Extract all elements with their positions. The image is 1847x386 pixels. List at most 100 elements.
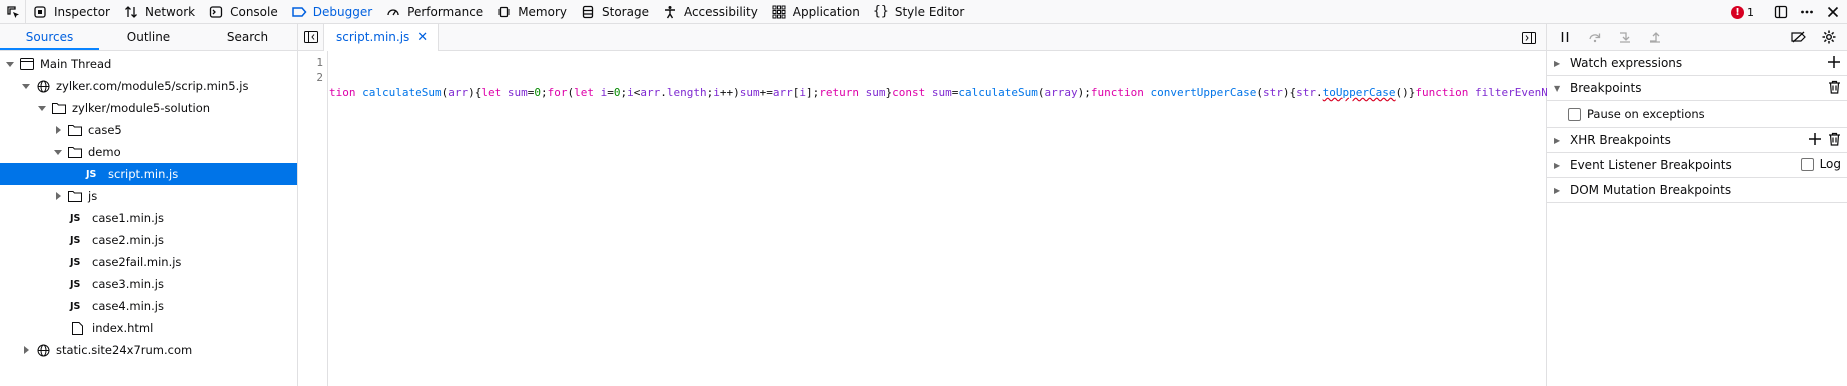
- tree-item-file[interactable]: JS case2fail.min.js: [0, 251, 297, 273]
- dock-toggle-button[interactable]: [1771, 2, 1791, 22]
- collapsed-arrow-icon: ▶: [1554, 135, 1561, 145]
- collapsed-arrow-icon: [20, 344, 32, 356]
- window-icon: [20, 57, 34, 71]
- collapsed-arrow-icon: [52, 124, 64, 136]
- tree-item-domain[interactable]: zylker.com/module5/scrip.min5.js: [0, 75, 297, 97]
- style-editor-icon: {}: [873, 4, 889, 19]
- js-file-icon: JS: [86, 168, 97, 180]
- network-icon: [123, 4, 139, 20]
- step-over-button[interactable]: [1583, 27, 1607, 47]
- plus-icon: [1828, 56, 1840, 68]
- element-picker-button[interactable]: [0, 0, 26, 24]
- collapsed-arrow-icon: [52, 190, 64, 202]
- toggle-breakpoints-pane-button[interactable]: [1520, 29, 1538, 47]
- tab-application[interactable]: Application: [765, 0, 867, 24]
- pause-icon: [1561, 32, 1569, 42]
- editor-tab-active[interactable]: script.min.js ✕: [324, 23, 440, 51]
- tab-label: Inspector: [54, 4, 110, 19]
- tab-console[interactable]: Console: [202, 0, 285, 24]
- tab-performance[interactable]: Performance: [379, 0, 490, 24]
- tab-style-editor[interactable]: {} Style Editor: [867, 0, 971, 24]
- sidebar-toggle-icon: [1522, 32, 1536, 44]
- tab-label: Application: [792, 4, 860, 19]
- devtools-toolbar: Inspector Network Console Debugger Perfo…: [0, 0, 1847, 24]
- tree-item-file[interactable]: JS case1.min.js: [0, 207, 297, 229]
- event-listener-breakpoints-header[interactable]: ▶ Event Listener Breakpoints Log: [1547, 153, 1847, 178]
- tab-label: Accessibility: [683, 4, 758, 19]
- editor-tabs: script.min.js ✕: [298, 23, 1546, 51]
- xhr-actions: [1808, 132, 1841, 146]
- sources-pane: Sources Outline Search Main Thread zylke…: [0, 24, 298, 386]
- tab-accessibility[interactable]: Accessibility: [656, 0, 765, 24]
- toggle-sources-pane-button[interactable]: [298, 23, 324, 51]
- trash-icon: [1829, 132, 1840, 146]
- section-label: Event Listener Breakpoints: [1570, 158, 1732, 172]
- close-tab-icon[interactable]: ✕: [417, 30, 428, 45]
- tree-item-file-selected[interactable]: JS script.min.js: [0, 163, 297, 185]
- tab-inspector[interactable]: Inspector: [26, 0, 117, 24]
- tree-item-file[interactable]: JS case3.min.js: [0, 273, 297, 295]
- tab-label: Storage: [602, 4, 649, 19]
- remove-all-breakpoints-button[interactable]: [1828, 80, 1841, 94]
- deactivate-breakpoints-button[interactable]: [1787, 27, 1811, 47]
- step-in-icon: [1620, 32, 1630, 43]
- remove-xhr-breakpoints-button[interactable]: [1828, 132, 1841, 146]
- watch-expressions-header[interactable]: ▶ Watch expressions: [1547, 51, 1847, 76]
- tree-item-domain[interactable]: static.site24x7rum.com: [0, 339, 297, 361]
- tab-debugger[interactable]: Debugger: [285, 0, 379, 24]
- tab-network[interactable]: Network: [117, 0, 202, 24]
- tab-label: Debugger: [312, 4, 373, 19]
- file-icon: [70, 321, 84, 335]
- performance-icon: [385, 4, 401, 20]
- tree-item-folder[interactable]: js: [0, 185, 297, 207]
- add-xhr-breakpoint-button[interactable]: [1808, 132, 1822, 146]
- tab-memory[interactable]: Memory: [490, 0, 574, 24]
- settings-button[interactable]: [1817, 27, 1841, 47]
- tree-item-label: case5: [88, 123, 122, 137]
- tree-item-file[interactable]: JS case4.min.js: [0, 295, 297, 317]
- globe-icon: [36, 343, 50, 357]
- js-file-icon: JS: [70, 300, 81, 312]
- pause-on-exceptions-checkbox[interactable]: [1568, 107, 1581, 121]
- code-line[interactable]: tion calculateSum(arr){let sum=0;for(let…: [329, 85, 1547, 100]
- line-number[interactable]: 1: [298, 55, 327, 70]
- step-out-button[interactable]: [1643, 27, 1667, 47]
- step-in-button[interactable]: [1613, 27, 1637, 47]
- line-number[interactable]: 2: [298, 70, 327, 85]
- add-watch-button[interactable]: [1827, 55, 1841, 69]
- tab-label: Performance: [407, 4, 484, 19]
- tree-item-folder[interactable]: demo: [0, 141, 297, 163]
- tab-sources[interactable]: Sources: [0, 24, 99, 50]
- element-picker-icon: [6, 5, 19, 18]
- tree-item-file[interactable]: index.html: [0, 317, 297, 339]
- js-file-icon: JS: [70, 278, 81, 290]
- close-devtools-button[interactable]: [1823, 2, 1843, 22]
- dom-mutation-breakpoints-header[interactable]: ▶ DOM Mutation Breakpoints: [1547, 178, 1847, 203]
- tree-item-folder[interactable]: case5: [0, 119, 297, 141]
- pause-on-exceptions-row[interactable]: Pause on exceptions: [1547, 101, 1847, 128]
- tab-outline[interactable]: Outline: [99, 24, 198, 50]
- code-area[interactable]: tion calculateSum(arr){let sum=0;for(let…: [329, 55, 1547, 130]
- accessibility-icon: [662, 4, 678, 20]
- breakpoints-header[interactable]: ▼ Breakpoints: [1547, 76, 1847, 101]
- tab-storage[interactable]: Storage: [574, 0, 656, 24]
- section-label: DOM Mutation Breakpoints: [1570, 183, 1732, 197]
- tab-search[interactable]: Search: [198, 24, 297, 50]
- xhr-breakpoints-header[interactable]: ▶ XHR Breakpoints: [1547, 128, 1847, 153]
- pause-button[interactable]: [1553, 27, 1577, 47]
- error-count-badge[interactable]: ! 1: [1731, 5, 1754, 19]
- tree-item-folder[interactable]: zylker/module5-solution: [0, 97, 297, 119]
- tree-item-file[interactable]: JS case2.min.js: [0, 229, 297, 251]
- trash-icon: [1829, 80, 1840, 94]
- more-options-button[interactable]: [1797, 2, 1817, 22]
- debugger-controls: [1547, 24, 1847, 51]
- collapsed-arrow-icon: ▶: [1554, 185, 1561, 195]
- collapsed-arrow-icon: ▶: [1554, 58, 1561, 68]
- tree-item-main-thread[interactable]: Main Thread: [0, 53, 297, 75]
- tree-item-label: zylker.com/module5/scrip.min5.js: [56, 79, 249, 93]
- log-checkbox[interactable]: [1800, 157, 1814, 171]
- line-number-gutter[interactable]: 1 2: [298, 51, 328, 386]
- ellipsis-icon: [1801, 10, 1813, 14]
- log-option[interactable]: Log: [1800, 157, 1841, 171]
- error-count: 1: [1747, 5, 1754, 19]
